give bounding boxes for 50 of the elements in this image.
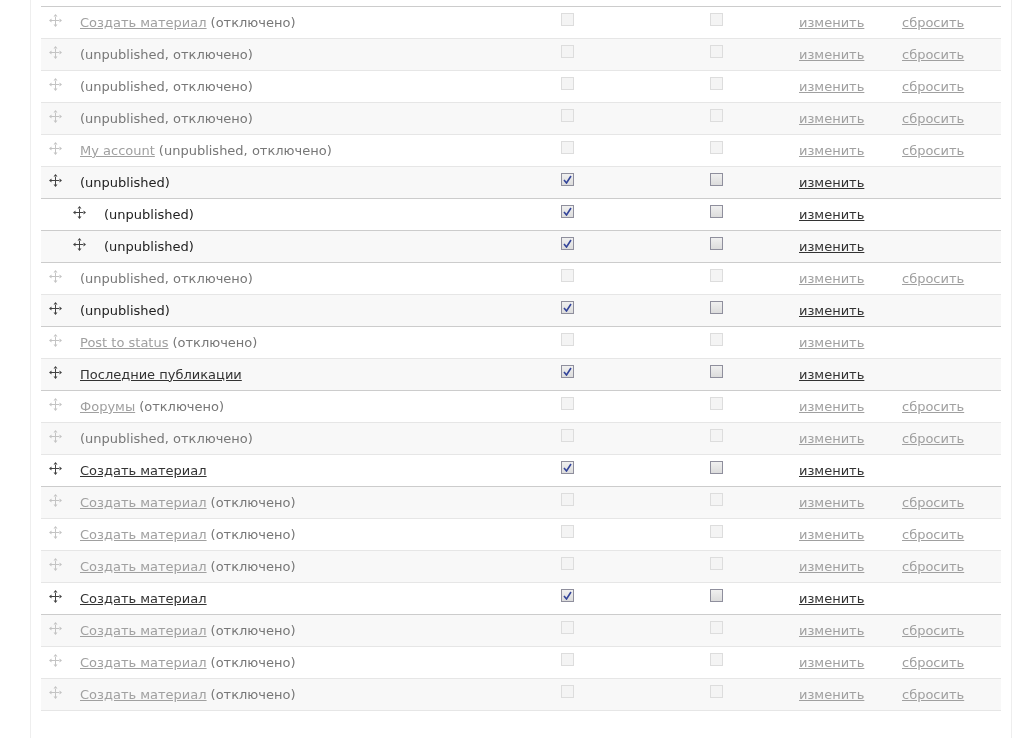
status-note: (unpublished)	[80, 173, 170, 192]
drag-handle-icon[interactable]	[49, 590, 62, 603]
drag-handle-icon[interactable]	[49, 366, 62, 379]
status-note: (unpublished)	[104, 205, 194, 224]
checkbox[interactable]	[710, 237, 723, 250]
menu-item-link[interactable]: Создать материал	[80, 460, 207, 481]
checkbox[interactable]	[561, 589, 574, 602]
status-note: (отключено)	[210, 653, 296, 672]
status-note: (отключено)	[139, 397, 225, 416]
edit-link[interactable]: изменить	[799, 302, 865, 318]
status-note: (unpublished, отключено)	[80, 77, 253, 96]
status-note: (отключено)	[210, 13, 296, 32]
drag-handle-icon[interactable]	[49, 462, 62, 475]
edit-link[interactable]: изменить	[799, 174, 865, 190]
status-note: (unpublished, отключено)	[80, 45, 253, 64]
drag-handle-icon[interactable]	[73, 238, 86, 251]
checkbox[interactable]	[710, 301, 723, 314]
checkbox[interactable]	[710, 461, 723, 474]
checkbox[interactable]	[561, 301, 574, 314]
menu-item-link[interactable]: Создать материал	[80, 588, 207, 609]
status-note: (отключено)	[210, 525, 296, 544]
status-note: (unpublished)	[80, 301, 170, 320]
checkbox[interactable]	[710, 205, 723, 218]
drag-handle-icon[interactable]	[73, 206, 86, 219]
checkbox[interactable]	[561, 365, 574, 378]
edit-link[interactable]: изменить	[799, 206, 865, 222]
checkbox[interactable]	[561, 237, 574, 250]
status-note: (unpublished, отключено)	[158, 141, 332, 160]
drag-handle-icon[interactable]	[49, 174, 62, 187]
status-note: (unpublished, отключено)	[80, 109, 253, 128]
checkbox[interactable]	[710, 173, 723, 186]
status-note: (отключено)	[210, 621, 296, 640]
status-note: (unpublished)	[104, 237, 194, 256]
checkbox[interactable]	[561, 461, 574, 474]
checkbox[interactable]	[710, 365, 723, 378]
edit-link[interactable]: изменить	[799, 462, 865, 478]
status-note: (unpublished, отключено)	[80, 429, 253, 448]
status-note: (unpublished, отключено)	[80, 269, 253, 288]
checkbox[interactable]	[561, 205, 574, 218]
menu-item-link[interactable]: Последние публикации	[80, 364, 242, 385]
status-note: (отключено)	[210, 685, 296, 704]
status-note: (отключено)	[172, 333, 258, 352]
checkbox[interactable]	[710, 589, 723, 602]
edit-link[interactable]: изменить	[799, 238, 865, 254]
status-note: (отключено)	[210, 557, 296, 576]
drag-handle-icon[interactable]	[49, 302, 62, 315]
edit-link[interactable]: изменить	[799, 366, 865, 382]
checkbox[interactable]	[561, 173, 574, 186]
edit-link[interactable]: изменить	[799, 590, 865, 606]
status-note: (отключено)	[210, 493, 296, 512]
